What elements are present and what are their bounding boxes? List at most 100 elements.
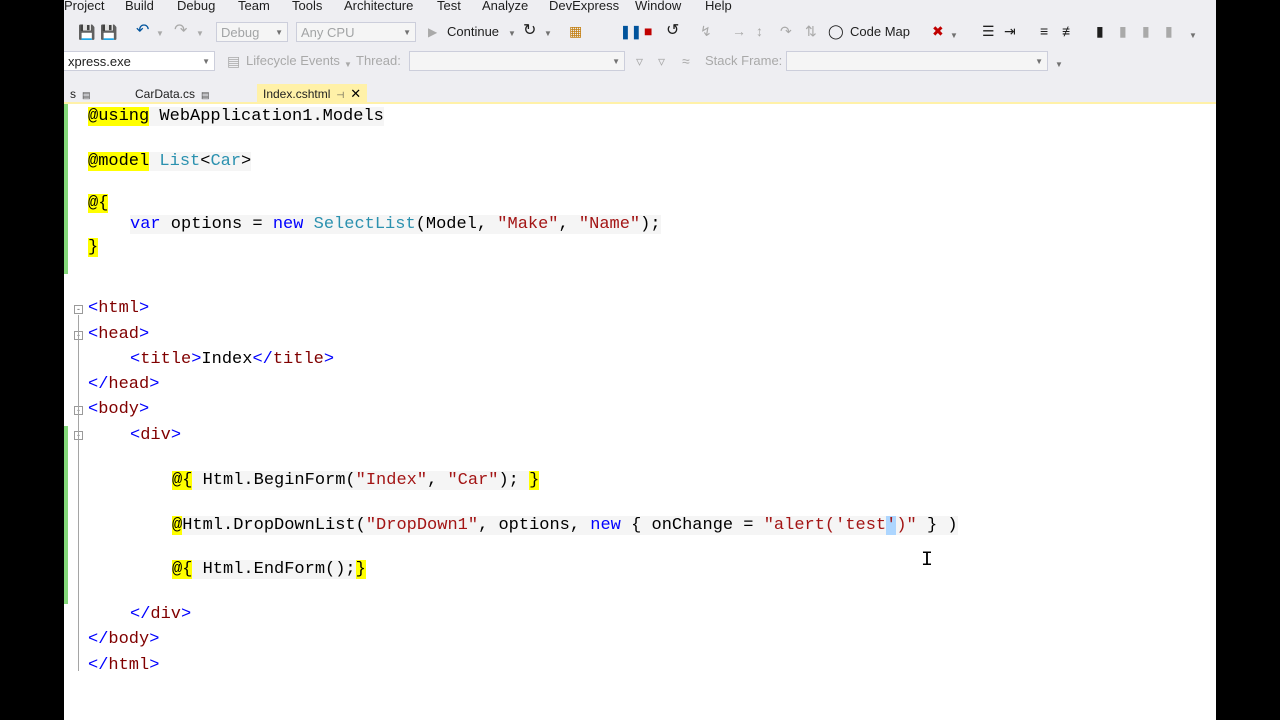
redo-icon[interactable]: ↷ (174, 23, 187, 39)
stack-frame-combo[interactable]: ▼ (786, 51, 1048, 71)
refresh-icon[interactable]: ↻ (523, 23, 536, 39)
menu-project[interactable]: Project (64, 0, 104, 13)
code-line[interactable]: <head> (88, 324, 149, 346)
undo-dropdown-icon[interactable]: ▼ (156, 26, 164, 42)
thread-combo[interactable]: ▼ (409, 51, 625, 71)
redo-dropdown-icon[interactable]: ▼ (196, 26, 204, 42)
lock-icon: ▤ (82, 90, 91, 100)
menu-analyze[interactable]: Analyze (482, 0, 528, 13)
code-line[interactable]: } (88, 237, 99, 259)
code-text: ); (640, 215, 661, 234)
solution-config-combo[interactable]: Debug ▼ (216, 22, 288, 42)
menu-team[interactable]: Team (238, 0, 270, 13)
code-line[interactable]: </head> (88, 374, 159, 396)
menu-help[interactable]: Help (705, 0, 732, 13)
code-line[interactable]: @Html.DropDownList("DropDown1", options,… (172, 515, 958, 537)
show-next-statement-icon[interactable]: ↯ (700, 23, 712, 39)
code-line[interactable]: @{ Html.EndForm();} (172, 559, 366, 581)
prev-bookmark-icon[interactable]: ▮ (1119, 23, 1127, 39)
browser-link-icon[interactable]: ▦ (569, 23, 582, 39)
lifecycle-events-button[interactable]: Lifecycle Events (246, 53, 340, 68)
pause-icon[interactable]: ❚❚ (620, 24, 642, 40)
code-string: "alert('test (763, 516, 887, 535)
filter-icon[interactable]: ▿ (636, 53, 643, 69)
html-tag: html (98, 299, 140, 318)
clear-bookmarks-icon[interactable]: ▮ (1165, 23, 1173, 39)
continue-button[interactable]: Continue (447, 24, 499, 39)
save-all-icon[interactable]: 💾 (100, 24, 117, 40)
code-line[interactable]: @{ Html.BeginForm("Index", "Car"); } (172, 470, 540, 492)
bookmark-icon[interactable]: ▮ (1096, 23, 1104, 39)
debug-location-toolbar: xpress.exe ▼ ▤ Lifecycle Events ▼ Thread:… (64, 48, 1216, 76)
step-into-icon[interactable]: → (732, 23, 746, 39)
code-text: , (558, 215, 579, 234)
comment-icon[interactable]: ≡ (1040, 23, 1048, 39)
more-dropdown-icon[interactable]: ▼ (950, 28, 958, 44)
code-line[interactable]: var options = new SelectList(Model, "Mak… (130, 214, 661, 236)
step-over-icon[interactable]: ↕ (756, 23, 763, 39)
menu-debug[interactable]: Debug (177, 0, 215, 13)
html-tag: body (98, 400, 140, 419)
continue-dropdown-icon[interactable]: ▼ (508, 26, 516, 42)
menu-tools[interactable]: Tools (292, 0, 322, 13)
menu-window[interactable]: Window (635, 0, 681, 13)
code-line[interactable]: <div> (130, 425, 181, 447)
html-tag: title (272, 350, 324, 369)
menu-architecture[interactable]: Architecture (344, 0, 413, 13)
collapse-icon[interactable]: - (74, 305, 83, 314)
process-combo[interactable]: xpress.exe ▼ (64, 51, 215, 71)
pin-icon[interactable]: ⊣ (336, 90, 344, 100)
code-text: > (241, 152, 252, 171)
save-icon[interactable]: 💾 (78, 24, 95, 40)
refresh-dropdown-icon[interactable]: ▼ (544, 26, 552, 42)
code-line[interactable]: <html> (88, 298, 149, 320)
uncomment-icon[interactable]: ≢ (1062, 23, 1076, 39)
chevron-down-icon: ▼ (612, 57, 620, 66)
code-line[interactable]: </body> (88, 629, 159, 651)
flag-filter-icon[interactable]: ▿ (658, 53, 665, 69)
stop-icon[interactable]: ■ (644, 23, 652, 39)
toolbar-overflow-icon[interactable]: ▼ (1189, 28, 1197, 44)
indent-icon[interactable]: ⇥ (1004, 23, 1016, 39)
code-line[interactable]: @using WebApplication1.Models (88, 106, 384, 128)
code-line[interactable]: <title>Index</title> (130, 349, 334, 371)
outline-icon[interactable]: ☰ (982, 23, 995, 39)
menu-test[interactable]: Test (437, 0, 461, 13)
platform-combo[interactable]: Any CPU ▼ (296, 22, 416, 42)
code-line[interactable]: <body> (88, 399, 149, 421)
restart-icon[interactable]: ↺ (666, 23, 679, 39)
step-out-icon[interactable]: ↷ (780, 23, 792, 39)
code-line[interactable]: @model List<Car> (88, 151, 252, 173)
undo-icon[interactable]: ↶ (136, 23, 149, 39)
next-bookmark-icon[interactable]: ▮ (1142, 23, 1150, 39)
step-back-icon[interactable]: ⇅ (805, 23, 817, 39)
html-tag: title (140, 350, 192, 369)
lifecycle-icon: ▤ (227, 53, 241, 69)
code-line[interactable]: </div> (130, 604, 191, 626)
toolbar-overflow-icon[interactable]: ▼ (1055, 57, 1063, 73)
html-tag: body (108, 630, 150, 649)
tab-previous-file[interactable]: s ▤ (64, 84, 97, 104)
outline-guide (78, 315, 79, 671)
html-tag: head (108, 375, 150, 394)
code-editor[interactable]: - - - - @using WebApplication1.Models @m… (64, 104, 1216, 720)
lifecycle-dropdown-icon[interactable]: ▼ (344, 57, 352, 73)
code-string: "Index" (355, 471, 428, 490)
tab-index-cshtml[interactable]: Index.cshtml ⊣ ✕ (257, 84, 368, 104)
close-icon[interactable]: ✕ (350, 86, 361, 101)
menu-devexpress[interactable]: DevExpress (549, 0, 619, 13)
code-text: Html.DropDownList( (182, 516, 366, 535)
code-map-button[interactable]: Code Map (850, 24, 910, 39)
chevron-down-icon: ▼ (275, 28, 283, 37)
mouse-ibeam-cursor: I (921, 549, 934, 572)
code-text: ); (498, 471, 530, 490)
show-threads-icon[interactable]: ≈ (682, 53, 690, 69)
code-line[interactable]: </html> (88, 655, 159, 677)
code-line[interactable]: @{ (88, 193, 109, 215)
chevron-down-icon: ▼ (403, 28, 411, 37)
change-indicator (64, 104, 68, 274)
chevron-down-icon: ▼ (1035, 57, 1043, 66)
menu-build[interactable]: Build (125, 0, 154, 13)
tab-cardata-cs[interactable]: CarData.cs ▤ (129, 84, 216, 104)
exception-settings-icon[interactable]: ✖ (932, 23, 944, 39)
